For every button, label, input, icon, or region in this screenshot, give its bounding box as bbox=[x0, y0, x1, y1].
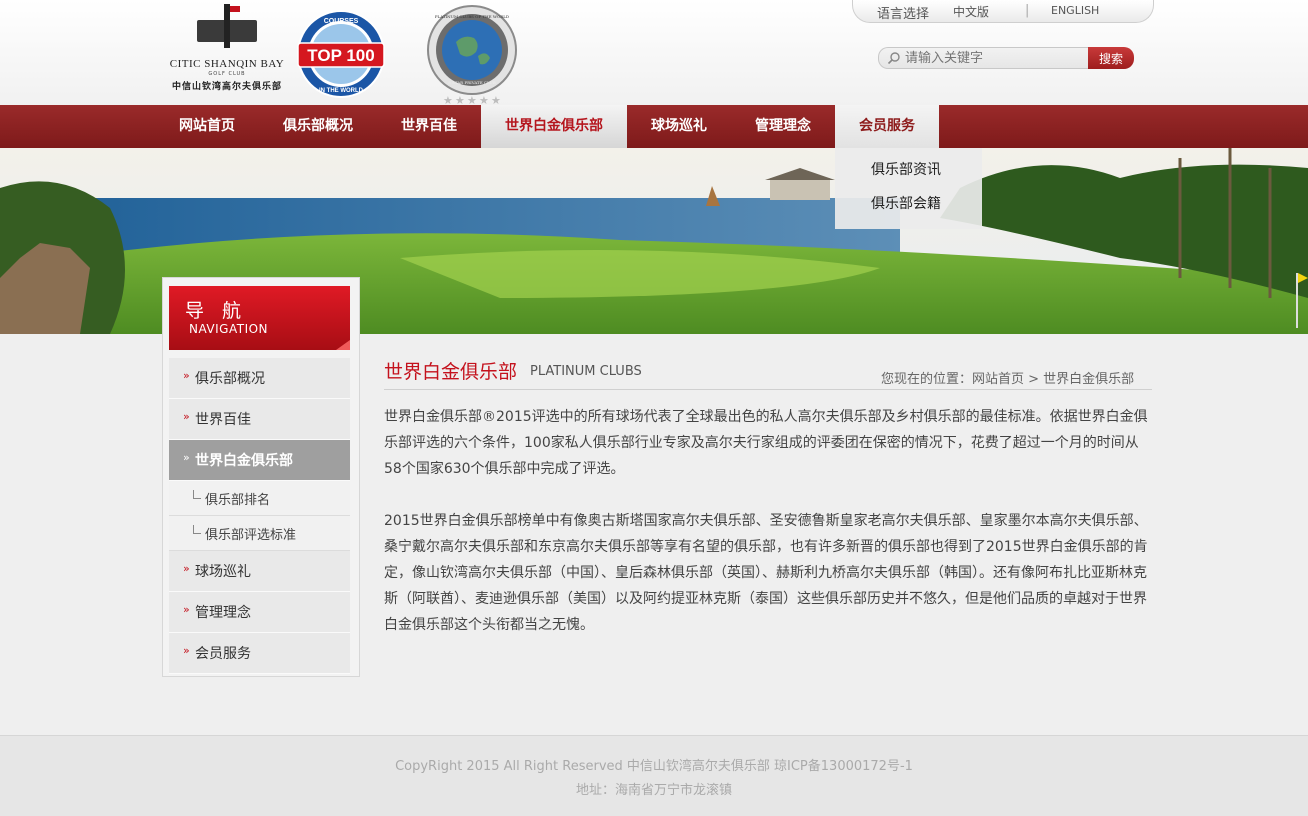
language-chinese-link[interactable]: 中文版 bbox=[953, 3, 989, 20]
sidebar-item-member-services[interactable]: » 会员服务 bbox=[169, 633, 350, 674]
platinum-bottom-text: 5 STAR PRIVATE CLUB bbox=[448, 80, 495, 85]
tree-branch-icon bbox=[193, 525, 201, 534]
nav-item-home[interactable]: 网站首页 bbox=[162, 105, 252, 148]
nav-item-member-services[interactable]: 会员服务 bbox=[835, 105, 939, 148]
dropdown-item-club-news[interactable]: 俱乐部资讯 bbox=[871, 159, 941, 179]
search-box bbox=[878, 47, 1091, 69]
language-selector: 语言选择 中文版 | ENGLISH bbox=[852, 0, 1154, 23]
chevron-right-icon: » bbox=[183, 451, 190, 464]
sidebar-corner-decoration bbox=[336, 340, 350, 350]
breadcrumb[interactable]: 您现在的位置：网站首页 > 世界白金俱乐部 bbox=[881, 368, 1134, 387]
sidebar-item-platinum-clubs[interactable]: » 世界白金俱乐部 bbox=[169, 440, 350, 481]
sidebar-item-label: 管理理念 bbox=[195, 605, 251, 621]
platinum-ring-text: PLATINUM CLUBS OF THE WORLD bbox=[435, 14, 509, 19]
site-footer: CopyRight 2015 All Right Reserved 中信山钦湾高… bbox=[0, 735, 1308, 816]
page-title: 世界白金俱乐部 bbox=[384, 361, 518, 383]
member-services-dropdown: 俱乐部资讯 俱乐部会籍 bbox=[835, 148, 982, 229]
content-paragraph: 2015世界白金俱乐部榜单中有像奥古斯塔国家高尔夫俱乐部、圣安德鲁斯皇家老高尔夫… bbox=[384, 513, 1148, 633]
nav-item-platinum-clubs[interactable]: 世界白金俱乐部 bbox=[481, 105, 627, 148]
footer-address: 地址：海南省万宁市龙滚镇 bbox=[575, 783, 732, 798]
chevron-right-icon: » bbox=[183, 603, 190, 616]
nav-item-world-top100[interactable]: 世界百佳 bbox=[385, 105, 473, 148]
sidebar-item-label: 会员服务 bbox=[195, 646, 251, 662]
logo-name: CITIC SHANQIN BAY bbox=[169, 58, 285, 70]
chevron-right-icon: » bbox=[183, 644, 190, 657]
main-nav: 网站首页 俱乐部概况 世界百佳 世界白金俱乐部 球场巡礼 管理理念 会员服务 bbox=[0, 105, 1308, 148]
top100-top-text: COURSES bbox=[324, 18, 359, 25]
content-paragraph: 世界白金俱乐部®2015评选中的所有球场代表了全球最出色的私人高尔夫俱乐部及乡村… bbox=[384, 409, 1148, 477]
chevron-right-icon: » bbox=[183, 562, 190, 575]
dropdown-item-membership[interactable]: 俱乐部会籍 bbox=[871, 193, 941, 213]
search-icon bbox=[887, 52, 900, 65]
sidebar-item-label: 俱乐部概况 bbox=[195, 371, 265, 387]
golf-flag-logo-icon bbox=[197, 4, 257, 48]
club-logo[interactable]: CITIC SHANQIN BAY GOLF CLUB 中信山钦湾高尔夫俱乐部 bbox=[162, 4, 292, 100]
sidebar-item-management[interactable]: » 管理理念 bbox=[169, 592, 350, 633]
sidebar-item-label: 世界百佳 bbox=[195, 412, 251, 428]
sidebar-item-label: 球场巡礼 bbox=[195, 564, 251, 580]
logo-cn: 中信山钦湾高尔夫俱乐部 bbox=[171, 82, 282, 92]
sidebar-item-club-overview[interactable]: » 俱乐部概况 bbox=[169, 358, 350, 399]
sidebar-subitem-label: 俱乐部排名 bbox=[205, 493, 271, 508]
nav-item-club-overview[interactable]: 俱乐部概况 bbox=[268, 105, 368, 148]
sidebar-subitem-selection-criteria[interactable]: 俱乐部评选标准 bbox=[169, 516, 350, 551]
sidebar-subitem-club-ranking[interactable]: 俱乐部排名 bbox=[169, 481, 350, 516]
search-input[interactable] bbox=[905, 49, 1085, 67]
sidebar-item-course-tour[interactable]: » 球场巡礼 bbox=[169, 551, 350, 592]
tree-branch-icon bbox=[193, 490, 201, 499]
nav-item-management[interactable]: 管理理念 bbox=[744, 105, 822, 148]
chevron-right-icon: » bbox=[183, 369, 190, 382]
chevron-right-icon: » bbox=[183, 410, 190, 423]
sidebar-title-en: NAVIGATION bbox=[189, 322, 269, 336]
footer-copyright: CopyRight 2015 All Right Reserved 中信山钦湾高… bbox=[395, 759, 913, 774]
title-divider bbox=[384, 389, 1152, 390]
top100-badge: TOP 100 COURSES IN THE WORLD bbox=[297, 10, 385, 98]
site-header: CITIC SHANQIN BAY GOLF CLUB 中信山钦湾高尔夫俱乐部 … bbox=[0, 0, 1308, 106]
sidebar-header: 导 航 NAVIGATION bbox=[169, 286, 350, 350]
top100-bottom-text: IN THE WORLD bbox=[319, 88, 364, 94]
sidebar-item-world-top100[interactable]: » 世界百佳 bbox=[169, 399, 350, 440]
top100-main-text: TOP 100 bbox=[307, 46, 374, 65]
platinum-clubs-badge: PLATINUM CLUBS OF THE WORLD 5 STAR PRIVA… bbox=[427, 5, 517, 106]
nav-item-course-tour[interactable]: 球场巡礼 bbox=[640, 105, 718, 148]
sidebar-title: 导 航 bbox=[185, 300, 248, 322]
logo-sub: GOLF CLUB bbox=[208, 71, 246, 77]
sidebar-subitem-label: 俱乐部评选标准 bbox=[205, 528, 297, 543]
language-separator: | bbox=[1025, 3, 1030, 18]
page-title-en: PLATINUM CLUBS bbox=[530, 364, 642, 379]
language-label: 语言选择 bbox=[877, 7, 930, 22]
sidebar-item-label: 世界白金俱乐部 bbox=[195, 453, 293, 469]
search-button[interactable]: 搜索 bbox=[1088, 47, 1134, 69]
language-english-link[interactable]: ENGLISH bbox=[1051, 4, 1099, 17]
